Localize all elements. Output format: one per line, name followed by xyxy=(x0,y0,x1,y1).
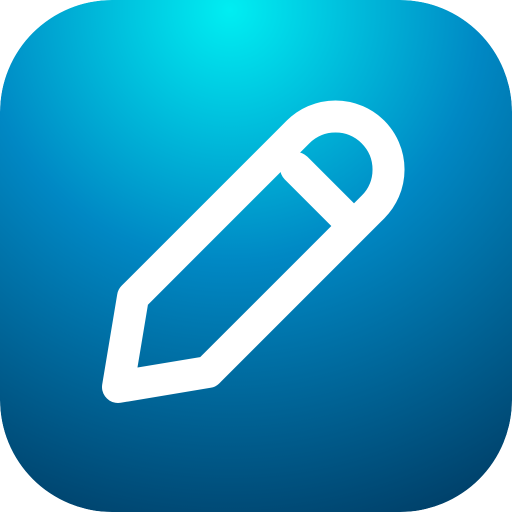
app-icon-tile[interactable] xyxy=(0,0,512,512)
icon-background xyxy=(0,0,512,512)
pencil-icon-graphic xyxy=(0,0,512,512)
